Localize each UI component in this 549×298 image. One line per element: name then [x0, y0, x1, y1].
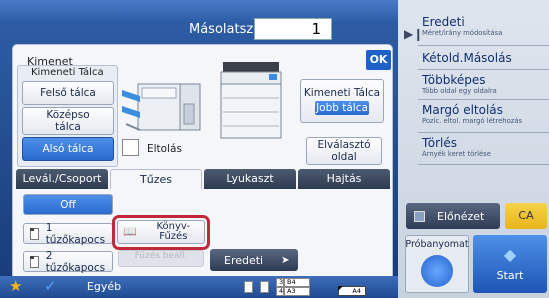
tray-upper-button[interactable]: Felső tálca [22, 81, 114, 105]
right-item-duplex[interactable]: Kétold.Másolás [418, 48, 549, 70]
right-item-subtitle: Méret/irány módosítása [422, 29, 503, 37]
offset-label: Eltolás [147, 143, 182, 155]
right-item-title: Többképes [422, 73, 486, 87]
sheet-icon [260, 281, 269, 293]
staple-one-button[interactable]: 1 tűzőkapocs [23, 221, 113, 246]
staple-two-icon [30, 255, 39, 268]
proof-print-label: Próbanyomat [405, 239, 469, 250]
finisher-machine-icon [122, 83, 201, 131]
start-label: Start [496, 269, 524, 282]
proof-print-icon[interactable] [421, 255, 453, 287]
ok-button[interactable]: OK [366, 50, 391, 70]
tray-lower-button[interactable]: Alsó tálca [22, 137, 114, 161]
tray-middle-button[interactable]: Középso tálca [22, 107, 114, 135]
start-icon: ◆ [503, 245, 517, 264]
original-button[interactable]: Eredeti ➤ [210, 249, 298, 271]
book-icon: 📖 [123, 225, 137, 238]
staple-one-label: 1 tűzőkapocs [45, 221, 106, 246]
offset-checkbox[interactable] [122, 139, 139, 156]
original-label: Eredeti [224, 253, 264, 267]
arrow-right-icon: ➤ [281, 254, 290, 266]
right-item-margin-shift[interactable]: Margó eltolás Pozíc. eltol. margó létreh… [418, 100, 549, 133]
start-button[interactable]: ◆ Start [473, 235, 547, 293]
preview-button[interactable]: Előnézet [406, 203, 500, 229]
book-staple-button[interactable]: 📖 Könyv-Fűzés [117, 220, 205, 244]
tab-staple[interactable]: Tűzes [110, 169, 202, 189]
current-paper-size: A4 [338, 286, 366, 296]
check-icon[interactable]: ✓ [44, 278, 57, 294]
sheet-icon [244, 281, 253, 293]
separator-page-button[interactable]: Elválasztó oldal [306, 137, 382, 165]
other-button[interactable]: Egyéb [58, 277, 150, 297]
screen: Másolatszám 1 ▶❙ Eredeti Méret/irány mód… [0, 0, 549, 298]
finishing-tabs: Levál./Csoport Tűzes Lyukaszt Hajtás [16, 169, 390, 189]
tab-punch[interactable]: Lyukaszt [204, 169, 296, 189]
right-item-title: Törlés [422, 136, 458, 150]
staple-two-label: 2 tűzőkapocs [45, 249, 106, 274]
right-tray-value: Jobb tálca [315, 101, 369, 115]
panel-toggle-icon[interactable]: ▶❙ [404, 26, 423, 42]
right-item-subtitle: Árnyék keret törlése [422, 150, 491, 158]
preview-icon [414, 210, 425, 222]
right-item-subtitle: Több oldal egy oldalra [422, 87, 497, 95]
paper-tray-size: A3 [284, 287, 310, 296]
star-icon[interactable]: ★ [9, 278, 22, 294]
clear-all-button[interactable]: CA [505, 203, 547, 229]
preview-label: Előnézet [437, 209, 485, 223]
staple-settings-button-disabled: Fűzés beáll. [118, 250, 204, 267]
right-tray-title: Kimeneti Tálca [303, 87, 381, 99]
staple-one-icon [30, 227, 39, 240]
right-item-title: Kétold.Másolás [422, 51, 512, 65]
right-item-erase[interactable]: Törlés Árnyék keret törlése [418, 133, 549, 165]
staple-two-button[interactable]: 2 tűzőkapocs [23, 249, 113, 274]
top-bar [0, 0, 398, 24]
right-item-subtitle: Pozíc. eltol. margó létrehozás [422, 117, 523, 125]
paper-tray-number: 3 [276, 278, 284, 287]
output-tray-label: Kimeneti Tálca [31, 67, 104, 78]
tab-sort-group[interactable]: Levál./Csoport [16, 169, 108, 189]
right-item-title: Eredeti [422, 15, 465, 29]
right-item-title: Margó eltolás [422, 103, 503, 117]
copies-input[interactable]: 1 [254, 18, 332, 40]
copier-machine-icon [220, 62, 282, 139]
right-item-original[interactable]: Eredeti Méret/irány módosítása [418, 12, 549, 46]
staple-off-button[interactable]: Off [23, 194, 113, 215]
tab-fold[interactable]: Hajtás [298, 169, 390, 189]
book-staple-label: Könyv-Fűzés [156, 221, 191, 242]
paper-tray-number: 4 [276, 287, 284, 296]
right-tray-button[interactable]: Kimeneti Tálca Jobb tálca [300, 79, 384, 123]
right-item-multipage[interactable]: Többképes Több oldal egy oldalra [418, 70, 549, 100]
paper-tray-size: B4 [284, 278, 310, 287]
